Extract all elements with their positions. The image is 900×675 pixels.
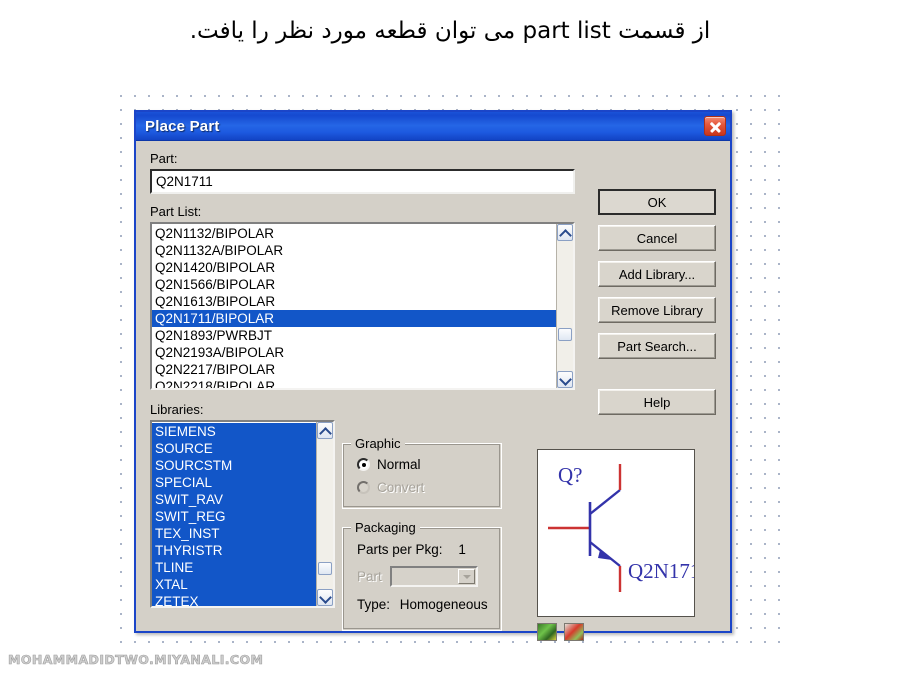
graphic-group-legend: Graphic <box>351 436 405 451</box>
part-list-item[interactable]: Q2N1132/BIPOLAR <box>152 225 556 242</box>
scroll-up-icon[interactable] <box>557 224 573 242</box>
remove-library-button[interactable]: Remove Library <box>598 297 716 323</box>
dialog-button-column: OK Cancel Add Library... Remove Library … <box>598 189 716 425</box>
part-search-button[interactable]: Part Search... <box>598 333 716 359</box>
radio-normal-icon[interactable] <box>357 458 370 471</box>
packaging-part-combo <box>389 566 478 587</box>
libraries-item[interactable]: SPECIAL <box>152 474 316 491</box>
npn-transistor-symbol: Q? Q2N1711 <box>548 463 694 592</box>
libraries-scrollbar[interactable] <box>316 422 333 606</box>
libraries-item[interactable]: SWIT_RAV <box>152 491 316 508</box>
dialog-title: Place Part <box>145 117 220 135</box>
watermark: MOHAMMADIDTWO.MIYANALI.COM <box>8 652 264 668</box>
packaging-type-value: Homogeneous <box>399 597 488 612</box>
part-list-item[interactable]: Q2N1711/BIPOLAR <box>152 310 556 327</box>
part-list-item[interactable]: Q2N1566/BIPOLAR <box>152 276 556 293</box>
part-list-item[interactable]: Q2N1893/PWRBJT <box>152 327 556 344</box>
place-part-dialog: Place Part Part: Q2N1711 Part List: Q2N1… <box>134 110 732 641</box>
parts-per-pkg-row: Parts per Pkg: 1 <box>357 542 501 557</box>
chevron-down-icon <box>457 569 475 584</box>
libraries-scroll-up-icon[interactable] <box>317 422 333 440</box>
add-library-button[interactable]: Add Library... <box>598 261 716 287</box>
slide-caption: از قسمت part list می توان قطعه مورد نظر … <box>189 18 711 44</box>
help-button[interactable]: Help <box>598 389 716 415</box>
libraries-item[interactable]: TLINE <box>152 559 316 576</box>
graphic-normal-label: Normal <box>377 457 421 472</box>
dialog-body: Part: Q2N1711 Part List: Q2N1132/BIPOLAR… <box>136 141 730 641</box>
part-list-scrollbar[interactable] <box>556 224 573 388</box>
libraries-item[interactable]: XTAL <box>152 576 316 593</box>
part-preview-pane: Q? Q2N1711 <box>537 449 695 617</box>
part-list-items: Q2N1132/BIPOLAR Q2N1132A/BIPOLAR Q2N1420/B… <box>152 224 556 388</box>
libraries-item[interactable]: TEX_INST <box>152 525 316 542</box>
part-input[interactable]: Q2N1711 <box>150 169 575 194</box>
packaging-group-legend: Packaging <box>351 520 420 535</box>
libraries-item[interactable]: SOURCSTM <box>152 457 316 474</box>
libraries-list-box[interactable]: SIEMENS SOURCE SOURCSTM SPECIAL SWIT_RAV SWIT… <box>150 420 335 608</box>
dialog-titlebar: Place Part <box>136 112 730 141</box>
parts-per-pkg-label: Parts per Pkg: <box>357 542 443 557</box>
libraries-item[interactable]: ZETEX <box>152 593 316 606</box>
libraries-scroll-down-icon[interactable] <box>317 589 333 606</box>
part-label: Part: <box>150 151 178 166</box>
preview-reference-text: Q? <box>558 463 583 487</box>
libraries-item[interactable]: THYRISTR <box>152 542 316 559</box>
radio-convert-icon <box>357 481 370 494</box>
packaging-type-row: Type: Homogeneous <box>357 597 501 612</box>
libraries-item[interactable]: SWIT_REG <box>152 508 316 525</box>
part-list-item[interactable]: Q2N1613/BIPOLAR <box>152 293 556 310</box>
graphic-convert-label: Convert <box>377 480 425 495</box>
part-list-item[interactable]: Q2N1132A/BIPOLAR <box>152 242 556 259</box>
part-list-scroll-thumb[interactable] <box>558 328 572 341</box>
close-icon[interactable] <box>704 116 726 136</box>
graphic-normal-option[interactable]: Normal <box>357 457 501 472</box>
monitor-green-icon[interactable] <box>537 623 557 641</box>
ok-button[interactable]: OK <box>598 189 716 215</box>
libraries-item[interactable]: SOURCE <box>152 440 316 457</box>
libraries-list-items: SIEMENS SOURCE SOURCSTM SPECIAL SWIT_RAV SWIT… <box>152 422 316 606</box>
preview-part-name-text: Q2N1711 <box>628 559 694 583</box>
picture-red-icon[interactable] <box>564 623 584 641</box>
libraries-scroll-thumb[interactable] <box>318 562 332 575</box>
cancel-button[interactable]: Cancel <box>598 225 716 251</box>
parts-per-pkg-value: 1 <box>458 542 466 557</box>
graphic-convert-option: Convert <box>357 480 501 495</box>
packaging-part-label: Part <box>357 569 382 584</box>
graphic-group: Graphic Normal Convert <box>342 436 502 509</box>
part-list-item[interactable]: Q2N2217/BIPOLAR <box>152 361 556 378</box>
packaging-type-label: Type: <box>357 597 391 612</box>
scroll-down-icon[interactable] <box>557 371 573 388</box>
part-select-row: Part <box>357 566 501 587</box>
part-list-box[interactable]: Q2N1132/BIPOLAR Q2N1132A/BIPOLAR Q2N1420/B… <box>150 222 575 390</box>
part-list-item[interactable]: Q2N2193A/BIPOLAR <box>152 344 556 361</box>
part-input-value: Q2N1711 <box>156 174 213 189</box>
part-list-item[interactable]: Q2N2218/BIPOLAR <box>152 378 556 388</box>
libraries-item[interactable]: SIEMENS <box>152 423 316 440</box>
part-list-item[interactable]: Q2N1420/BIPOLAR <box>152 259 556 276</box>
packaging-group: Packaging Parts per Pkg: 1 Part Type: Ho… <box>342 520 502 631</box>
preview-toolbar <box>537 623 584 641</box>
